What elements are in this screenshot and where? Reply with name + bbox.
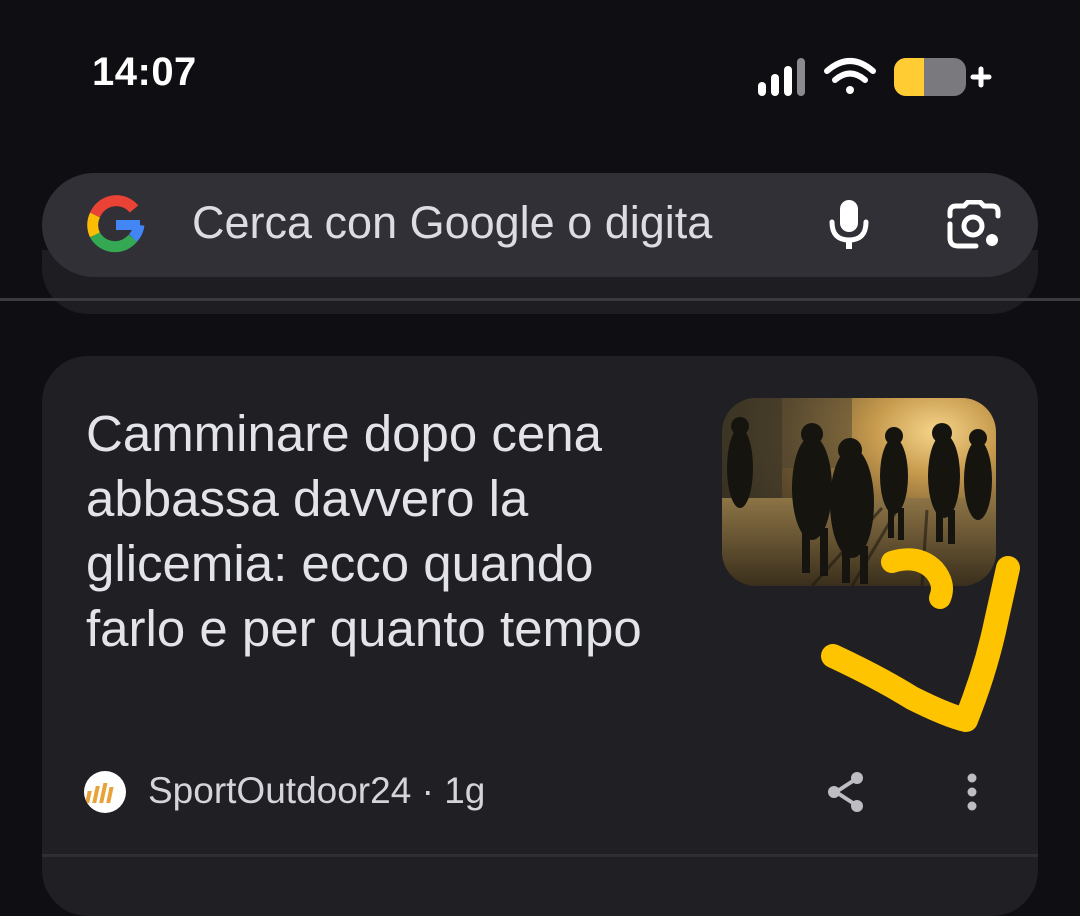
article-title[interactable]: Camminare dopo cena abbassa davvero la g…: [86, 401, 696, 661]
status-icons: [758, 58, 992, 96]
source-name[interactable]: SportOutdoor24: [148, 770, 411, 811]
share-icon[interactable]: [824, 770, 868, 814]
signal-icon: [758, 58, 805, 96]
battery-charging-icon: [894, 58, 992, 96]
header-divider: [0, 298, 1080, 301]
search-input[interactable]: Cerca con Google o digita: [192, 197, 712, 249]
card-divider: [42, 854, 1038, 857]
more-vert-icon[interactable]: [958, 770, 986, 814]
lens-icon[interactable]: [946, 200, 1002, 250]
wifi-icon: [824, 58, 876, 94]
article-age: 1g: [444, 770, 486, 811]
article-meta: SportOutdoor24 · 1g: [148, 770, 485, 812]
status-bar: 14:07: [0, 0, 1080, 150]
google-logo-icon: [87, 195, 145, 253]
source-logo: [84, 771, 126, 813]
mic-icon[interactable]: [826, 198, 872, 250]
status-time: 14:07: [92, 50, 197, 94]
meta-separator: ·: [411, 770, 445, 811]
sportoutdoor24-logo-icon: [85, 783, 114, 803]
hand-drawn-arrow-icon: [821, 548, 1020, 732]
